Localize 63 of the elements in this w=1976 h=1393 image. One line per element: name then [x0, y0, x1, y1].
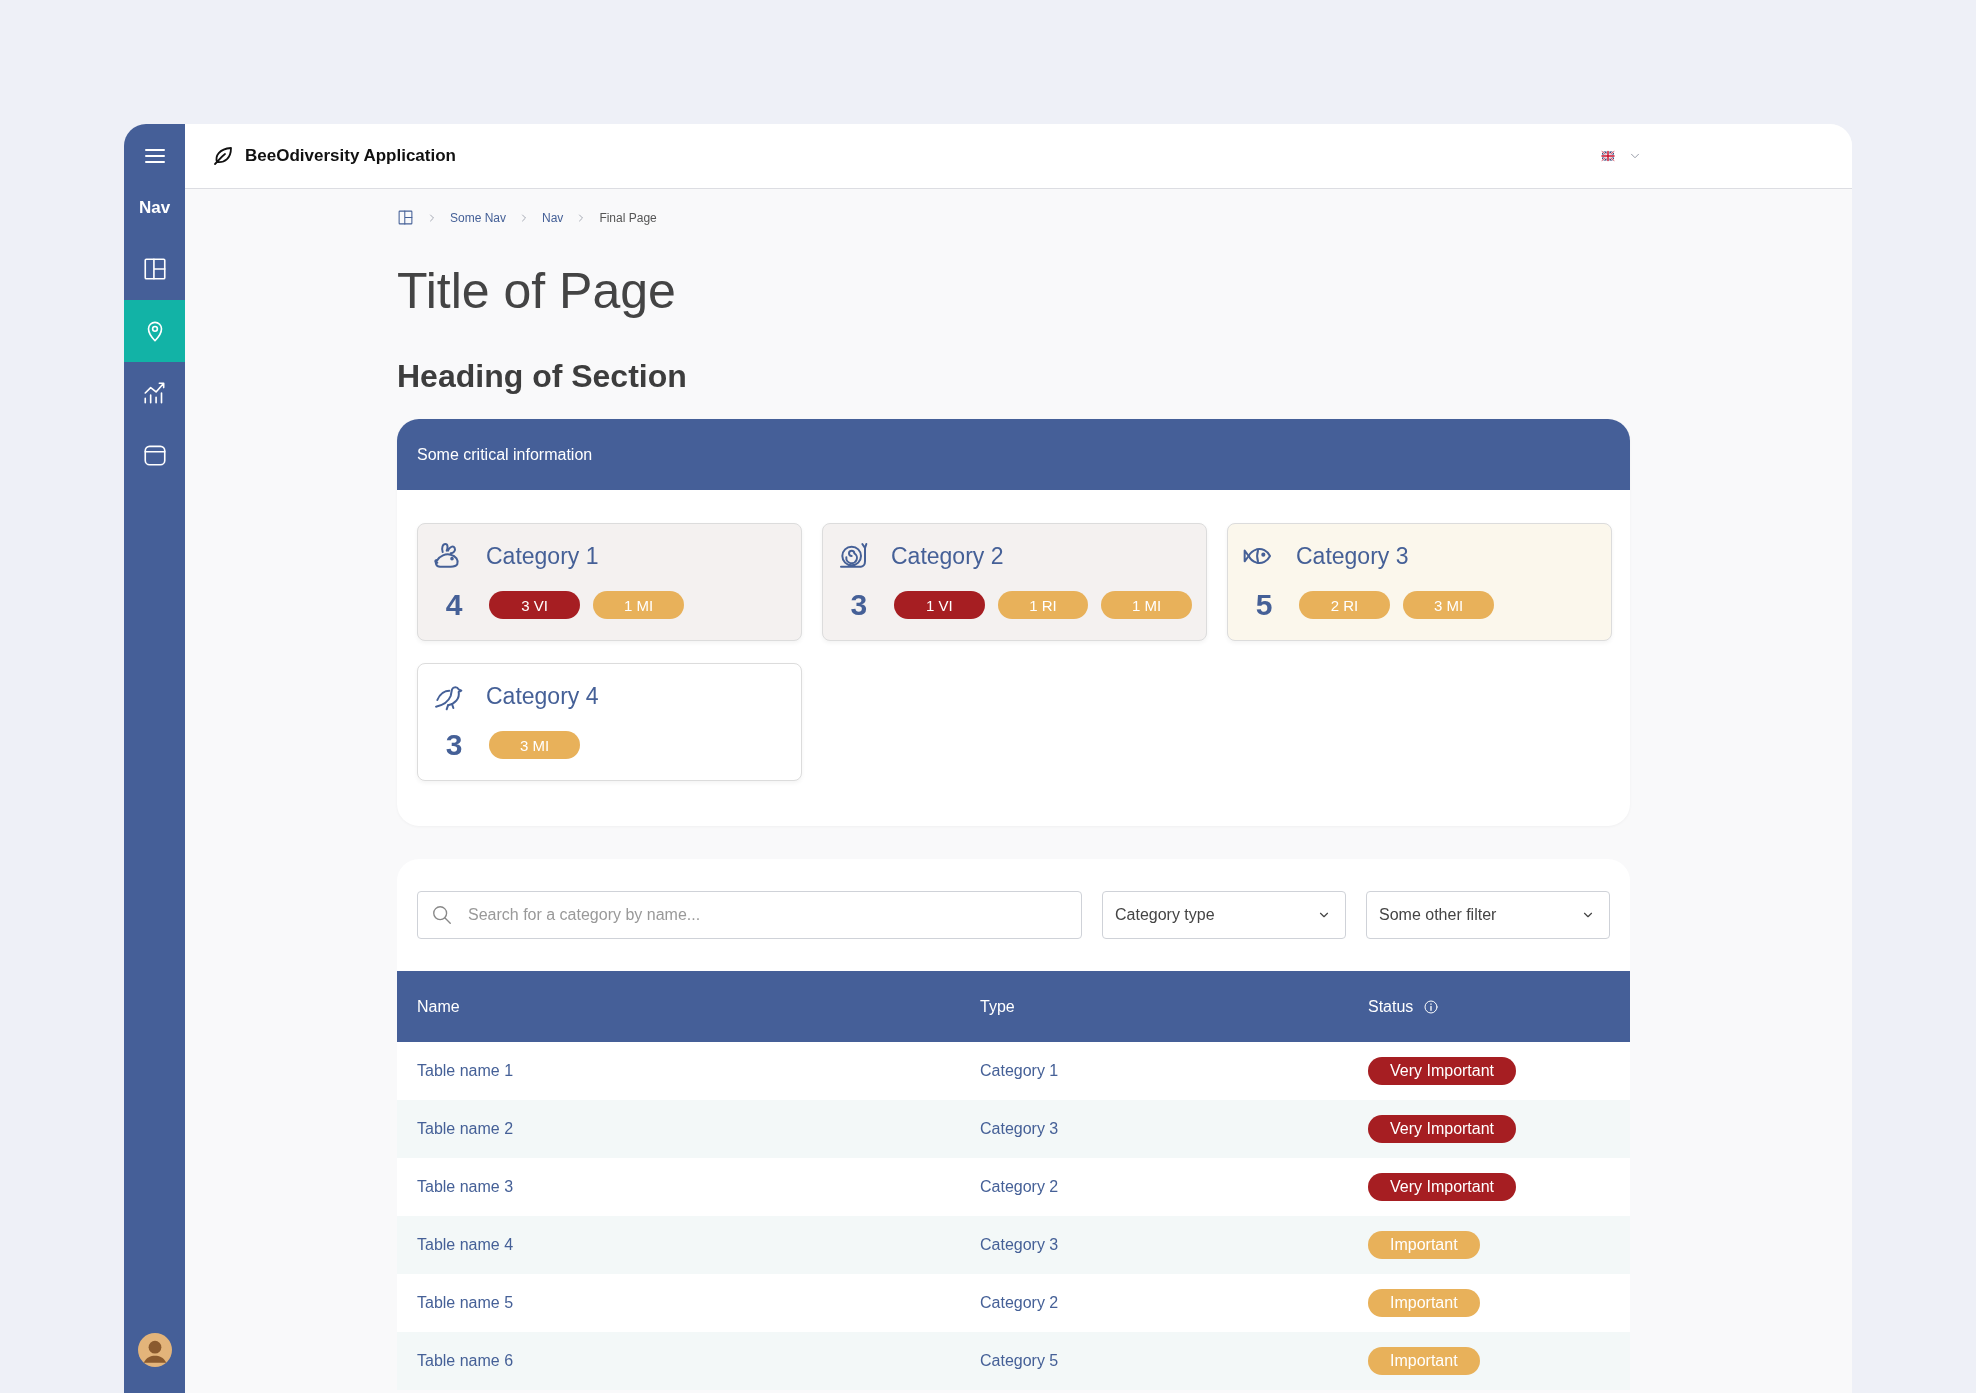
status-badge: Very Important: [1368, 1115, 1517, 1143]
card-title: Category 2: [891, 542, 1004, 570]
filter-dropdown[interactable]: Category type: [1102, 891, 1346, 939]
app-title: BeeOdiversity Application: [245, 146, 456, 166]
status-badge: Important: [1368, 1289, 1480, 1317]
card-count: 3: [444, 728, 464, 762]
sidebar-title: Nav: [138, 198, 171, 218]
table-cell: Category 5: [980, 1352, 1059, 1370]
card-count: 4: [444, 588, 464, 622]
table-cell: Category 3: [980, 1236, 1059, 1254]
table-cell: Category 2: [980, 1294, 1059, 1312]
category-card[interactable]: Category 1 4 3 VI 1 MI: [417, 523, 802, 641]
status-badge: Very Important: [1368, 1057, 1517, 1085]
table-cell: Table name 1: [417, 1062, 514, 1080]
page-title: Title of Page: [397, 262, 677, 320]
info-icon[interactable]: [1423, 998, 1440, 1015]
table-cell: Category 1: [980, 1062, 1059, 1080]
table-cell: Table name 3: [417, 1178, 514, 1196]
card-title: Category 4: [486, 682, 599, 710]
leaf-icon: [211, 144, 235, 168]
breadcrumb-link[interactable]: Some Nav: [450, 210, 507, 225]
breadcrumb-link[interactable]: Nav: [542, 210, 564, 225]
category-card[interactable]: Category 4 3 3 MI: [417, 663, 802, 781]
layout-icon: [141, 256, 168, 282]
table-cell: Category 3: [980, 1120, 1059, 1138]
table-cell: Table name 6: [417, 1352, 514, 1370]
card-title: Category 3: [1296, 542, 1409, 570]
count-badge: 1 MI: [1101, 591, 1192, 619]
table-row[interactable]: Table name 2 Category 3 Very Important: [397, 1100, 1630, 1158]
table-cell: Table name 4: [417, 1236, 514, 1254]
column-header: Type: [980, 997, 1015, 1016]
column-header: Status: [1368, 997, 1414, 1016]
flag-icon: [1600, 150, 1616, 162]
card-title: Category 1: [486, 542, 599, 570]
count-badge: 1 RI: [997, 591, 1089, 619]
count-badge: 3 VI: [489, 591, 580, 619]
status-badge: Very Important: [1368, 1173, 1517, 1201]
count-badge: 3 MI: [1403, 591, 1494, 619]
language-selector[interactable]: [1600, 149, 1642, 163]
filter-dropdown[interactable]: Some other filter: [1366, 891, 1610, 939]
layout-icon[interactable]: [397, 209, 414, 226]
section-heading: Heading of Section: [397, 358, 688, 395]
avatar[interactable]: [137, 1333, 172, 1367]
search-field[interactable]: Search for a category by name...: [417, 891, 1082, 939]
breadcrumb-current: Final Page: [599, 210, 657, 225]
category-card[interactable]: Category 2 3 1 VI 1 RI 1 MI: [822, 523, 1207, 641]
category-card[interactable]: Category 3 5 2 RI 3 MI: [1227, 523, 1612, 641]
card-count: 5: [1254, 588, 1274, 622]
status-badge: Important: [1368, 1231, 1480, 1259]
count-badge: 1 VI: [893, 591, 985, 619]
search-icon: [431, 904, 453, 926]
table-cell: Category 2: [980, 1178, 1059, 1196]
table-cell: Table name 2: [417, 1120, 514, 1138]
count-badge: 3 MI: [489, 731, 580, 759]
column-header: Name: [417, 997, 460, 1016]
table-row[interactable]: Table name 6 Category 5 Important: [397, 1332, 1630, 1390]
table-row[interactable]: Table name 4 Category 3 Important: [397, 1216, 1630, 1274]
status-badge: Important: [1368, 1347, 1480, 1375]
count-badge: 2 RI: [1299, 591, 1390, 619]
count-badge: 1 MI: [593, 591, 684, 619]
card-count: 3: [849, 588, 869, 622]
panel-header: Some critical information: [397, 419, 1630, 490]
table-cell: Table name 5: [417, 1294, 514, 1312]
